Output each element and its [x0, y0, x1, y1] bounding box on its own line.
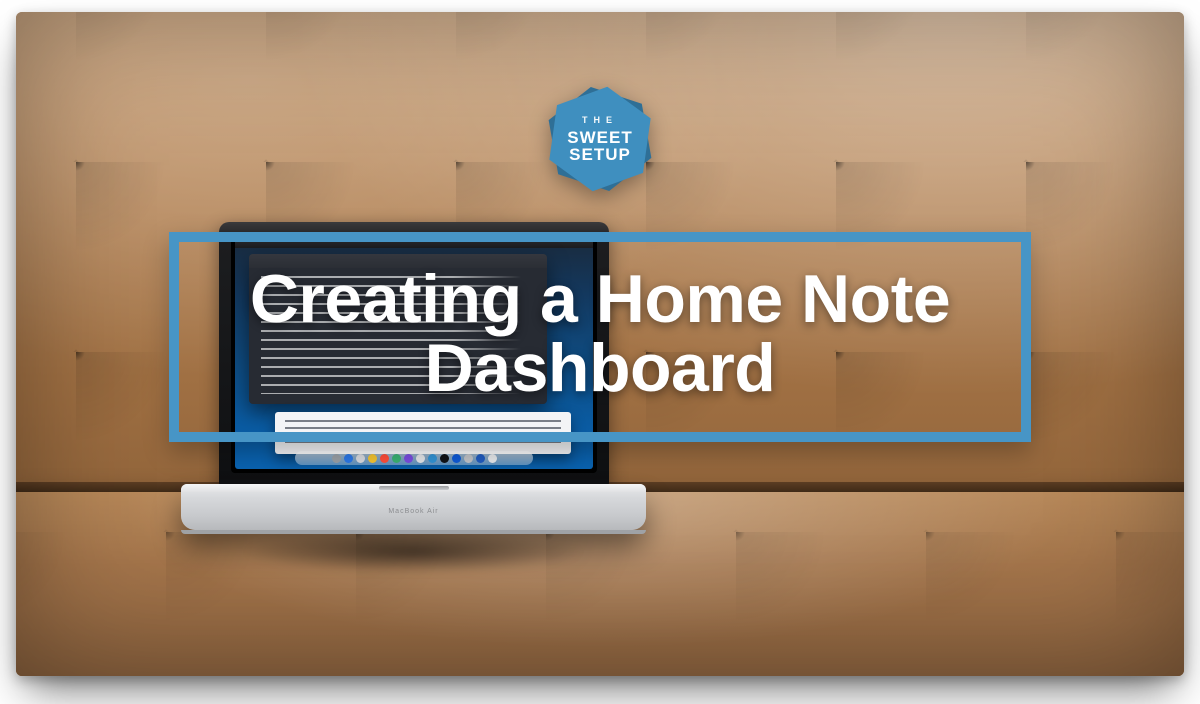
dock-app-icon [488, 454, 497, 463]
dock-app-icon [452, 454, 461, 463]
brand-line-2: SWEET [567, 129, 632, 146]
brand-line-3: SETUP [569, 146, 631, 163]
dock-app-icon [392, 454, 401, 463]
brand-badge: THE SWEET SETUP [545, 84, 655, 194]
dock-app-icon [440, 454, 449, 463]
macos-dock [295, 451, 533, 465]
brand-badge-text: THE SWEET SETUP [545, 84, 655, 194]
dock-app-icon [380, 454, 389, 463]
title-frame: Creating a Home Note Dashboard [169, 232, 1031, 442]
dock-app-icon [416, 454, 425, 463]
dock-app-icon [344, 454, 353, 463]
dock-app-icon [464, 454, 473, 463]
dock-app-icon [476, 454, 485, 463]
laptop-brand-label: MacBook Air [181, 508, 646, 515]
hero-card: MacBook Air THE SWEET SETUP Creating a H… [16, 12, 1184, 676]
hero-title: Creating a Home Note Dashboard [179, 265, 1021, 404]
dock-app-icon [368, 454, 377, 463]
laptop-deck: MacBook Air [181, 484, 646, 530]
dock-app-icon [356, 454, 365, 463]
dock-app-icon [332, 454, 341, 463]
dock-app-icon [404, 454, 413, 463]
brand-line-1: THE [582, 116, 618, 125]
dock-app-icon [428, 454, 437, 463]
laptop-front-edge [181, 530, 646, 534]
